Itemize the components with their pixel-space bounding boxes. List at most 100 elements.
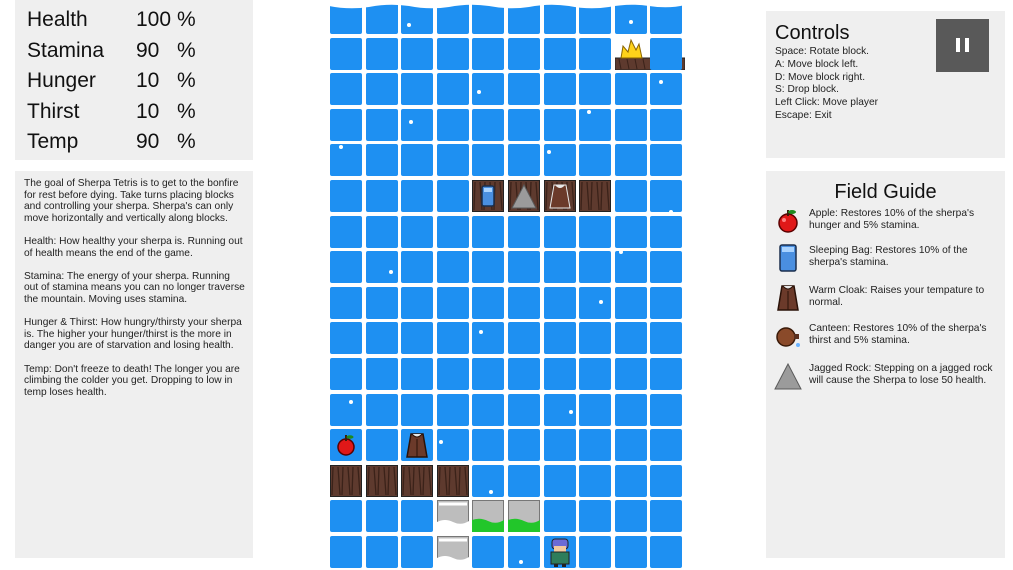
sky-cell[interactable] [330,394,362,426]
sky-cell[interactable] [330,144,362,176]
sky-cell[interactable] [544,73,576,105]
sky-cell[interactable] [579,216,611,248]
sky-cell[interactable] [615,500,647,532]
sky-cell[interactable] [508,216,540,248]
sky-cell[interactable] [401,216,433,248]
sky-cell[interactable] [615,322,647,354]
sky-cell[interactable] [401,358,433,390]
sky-cell[interactable] [544,251,576,283]
sky-cell[interactable] [330,251,362,283]
sky-cell[interactable] [472,358,504,390]
grass-stone-tile[interactable] [508,500,540,532]
sky-cell[interactable] [330,536,362,568]
sky-cell[interactable] [579,536,611,568]
sky-cell[interactable] [508,429,540,461]
sky-cell[interactable] [650,287,682,319]
sky-cell[interactable] [401,144,433,176]
sky-cell[interactable] [579,38,611,70]
wood-tile[interactable] [366,465,398,497]
sky-cell[interactable] [615,429,647,461]
sky-cell[interactable] [508,358,540,390]
sky-cell[interactable] [437,251,469,283]
sky-cell[interactable] [366,38,398,70]
sky-cell[interactable] [437,358,469,390]
sky-cell[interactable] [650,216,682,248]
sky-cell[interactable] [437,73,469,105]
sky-cell[interactable] [366,322,398,354]
sky-cell[interactable] [544,358,576,390]
sky-cell[interactable] [544,322,576,354]
sky-cell[interactable] [579,251,611,283]
sky-cell[interactable] [330,73,362,105]
sky-cell[interactable] [544,109,576,141]
sky-cell[interactable] [437,287,469,319]
sky-cell[interactable] [401,500,433,532]
sky-cell[interactable] [330,322,362,354]
sky-cell[interactable] [650,536,682,568]
sky-cell[interactable] [615,144,647,176]
sky-cell[interactable] [579,322,611,354]
sky-cell[interactable] [544,216,576,248]
sky-cell[interactable] [508,394,540,426]
sky-cell[interactable] [472,322,504,354]
wood-tile[interactable] [579,180,611,212]
sky-cell[interactable] [579,358,611,390]
sky-cell[interactable] [366,216,398,248]
sky-cell[interactable] [366,287,398,319]
sky-cell[interactable] [579,465,611,497]
sky-cell[interactable] [615,180,647,212]
sky-cell[interactable] [579,287,611,319]
sky-cell[interactable] [615,287,647,319]
sky-cell[interactable] [472,251,504,283]
sky-cell[interactable] [437,322,469,354]
sky-cell[interactable] [366,394,398,426]
sky-cell[interactable] [366,358,398,390]
sky-cell[interactable] [401,251,433,283]
sky-cell[interactable] [508,536,540,568]
sky-cell[interactable] [472,465,504,497]
sky-cell[interactable] [472,429,504,461]
snow-stone-tile[interactable] [437,536,469,568]
sky-cell[interactable] [330,109,362,141]
sky-cell[interactable] [437,394,469,426]
sleeping-bag-tile[interactable] [472,180,504,212]
sky-cell[interactable] [544,429,576,461]
sky-cell[interactable] [401,180,433,212]
sky-cell[interactable] [330,500,362,532]
sky-cell[interactable] [615,358,647,390]
sky-cell[interactable] [437,180,469,212]
sky-cell[interactable] [544,287,576,319]
sky-cell[interactable] [401,394,433,426]
sky-cell[interactable] [650,180,682,212]
sky-cell[interactable] [401,287,433,319]
sky-cell[interactable] [401,536,433,568]
sky-cell[interactable] [650,251,682,283]
sky-cell[interactable] [437,144,469,176]
sky-cell[interactable] [650,73,682,105]
sky-cell[interactable] [650,358,682,390]
sky-cell[interactable] [650,109,682,141]
sky-cell[interactable] [615,394,647,426]
sky-cell[interactable] [650,38,682,70]
sky-cell[interactable] [366,429,398,461]
sky-cell[interactable] [579,429,611,461]
sky-cell[interactable] [508,38,540,70]
sky-cell[interactable] [579,73,611,105]
sky-cell[interactable] [508,322,540,354]
sky-cell[interactable] [650,144,682,176]
sky-cell[interactable] [615,251,647,283]
snow-stone-tile[interactable] [437,500,469,532]
sky-cell[interactable] [472,109,504,141]
sky-cell[interactable] [401,73,433,105]
sky-cell[interactable] [472,216,504,248]
sky-cell[interactable] [472,73,504,105]
sky-cell[interactable] [615,536,647,568]
sky-cell[interactable] [508,109,540,141]
sky-cell[interactable] [579,144,611,176]
sky-cell[interactable] [650,465,682,497]
sky-cell[interactable] [544,144,576,176]
pause-button[interactable] [936,19,989,72]
game-board[interactable] [329,0,685,570]
sky-cell[interactable] [366,109,398,141]
warm-cloak-tile[interactable] [401,429,433,461]
